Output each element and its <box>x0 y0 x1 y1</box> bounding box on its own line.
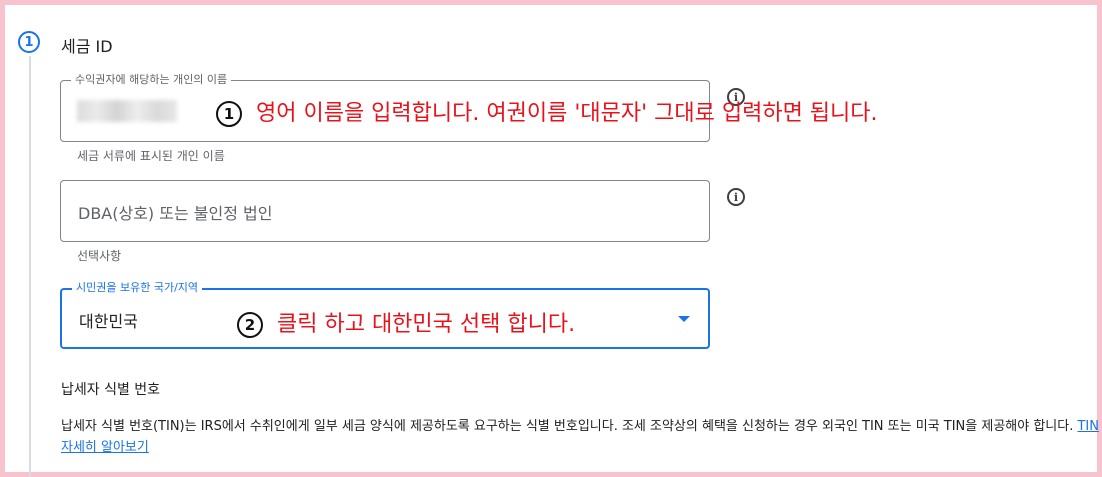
annotation-text: 클릭 하고 대한민국 선택 합니다. <box>277 312 576 337</box>
annotation-1: 1 영어 이름을 입력합니다. 여권이름 '대문자' 그대로 입력하면 됩니다. <box>216 95 878 127</box>
dropdown-arrow-icon[interactable] <box>678 316 690 322</box>
tin-description: 납세자 식별 번호(TIN)는 IRS에서 수취인에게 일부 세금 양식에 제공… <box>61 416 1101 458</box>
annotation-number-badge: 1 <box>216 101 242 127</box>
dba-field[interactable]: DBA(상호) 또는 불인정 법인 <box>60 180 710 242</box>
dba-helper: 선택사항 <box>77 249 122 263</box>
annotation-2: 2 클릭 하고 대한민국 선택 합니다. <box>237 306 575 338</box>
annotation-number-badge: 2 <box>237 312 263 338</box>
section-title: 세금 ID <box>61 37 113 56</box>
individual-name-helper: 세금 서류에 표시된 개인 이름 <box>77 149 225 163</box>
tin-description-text: 납세자 식별 번호(TIN)는 IRS에서 수취인에게 일부 세금 양식에 제공… <box>61 419 1078 434</box>
dba-placeholder: DBA(상호) 또는 불인정 법인 <box>78 204 273 223</box>
step-number-badge: 1 <box>18 31 40 53</box>
individual-name-label: 수익권자에 해당하는 개인의 이름 <box>71 73 232 87</box>
tin-title: 납세자 식별 번호 <box>61 382 161 398</box>
step-connector-line <box>29 56 31 477</box>
citizenship-value: 대한민국 <box>79 312 138 331</box>
redacted-name-value <box>77 100 177 122</box>
annotation-text: 영어 이름을 입력합니다. 여권이름 '대문자' 그대로 입력하면 됩니다. <box>256 101 878 126</box>
citizenship-label: 시민권을 보유한 국가/지역 <box>72 281 203 295</box>
info-icon[interactable]: i <box>727 188 745 206</box>
